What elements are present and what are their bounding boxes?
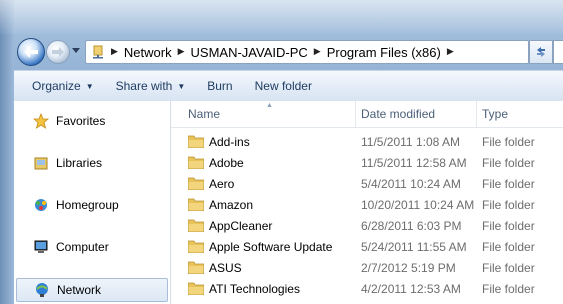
share-with-button[interactable]: Share with ▼ bbox=[106, 75, 196, 97]
nav-item-computer[interactable]: Computer bbox=[16, 236, 166, 258]
file-date: 5/24/2011 11:55 AM bbox=[361, 240, 467, 254]
nav-item-network[interactable]: Network bbox=[16, 278, 168, 302]
file-name: ASUS bbox=[209, 261, 242, 275]
breadcrumb-separator[interactable]: ▶ bbox=[447, 47, 454, 57]
refresh-button[interactable] bbox=[529, 40, 553, 64]
folder-icon bbox=[188, 240, 204, 253]
refresh-icon bbox=[537, 47, 545, 57]
file-name: Aero bbox=[209, 177, 235, 191]
recent-pages-dropdown[interactable] bbox=[72, 46, 80, 54]
file-name: ATI Technologies bbox=[209, 282, 300, 296]
file-list: ▲ Name Date modified Type Add-ins 11/5/2… bbox=[171, 101, 563, 304]
new-folder-label: New folder bbox=[254, 79, 312, 93]
column-header-row: ▲ Name Date modified Type bbox=[171, 101, 563, 128]
file-name: AppCleaner bbox=[209, 219, 273, 233]
arrow-left-icon bbox=[24, 46, 38, 58]
organize-button[interactable]: Organize ▼ bbox=[22, 75, 104, 97]
file-date: 11/5/2011 1:08 AM bbox=[361, 135, 460, 149]
star-icon bbox=[32, 112, 50, 130]
folder-icon bbox=[188, 282, 204, 295]
column-divider[interactable] bbox=[355, 101, 356, 127]
nav-label: Computer bbox=[56, 240, 109, 254]
file-type: File folder bbox=[482, 219, 535, 233]
file-row[interactable]: ATI Technologies 4/2/2011 12:53 AM File … bbox=[171, 278, 563, 299]
forward-button[interactable] bbox=[46, 40, 70, 64]
file-name: Add-ins bbox=[209, 135, 250, 149]
folder-icon bbox=[188, 261, 204, 274]
file-type: File folder bbox=[482, 240, 535, 254]
folder-icon bbox=[188, 198, 204, 211]
file-row[interactable]: Aero 5/4/2011 10:24 AM File folder bbox=[171, 173, 563, 194]
folder-icon bbox=[188, 177, 204, 190]
file-type: File folder bbox=[482, 135, 535, 149]
chevron-down-icon: ▼ bbox=[85, 81, 94, 91]
file-row[interactable]: AppCleaner 6/28/2011 6:03 PM File folder bbox=[171, 215, 563, 236]
file-name: Amazon bbox=[209, 198, 254, 212]
nav-label: Favorites bbox=[56, 114, 106, 128]
nav-label: Libraries bbox=[56, 156, 103, 170]
file-row[interactable]: Add-ins 11/5/2011 1:08 AM File folder bbox=[171, 131, 563, 152]
nav-label: Network bbox=[57, 283, 102, 297]
sort-ascending-icon: ▲ bbox=[266, 102, 273, 109]
breadcrumb-computer[interactable]: USMAN-JAVAID-PC bbox=[191, 45, 308, 60]
homegroup-icon bbox=[32, 196, 50, 214]
file-row[interactable]: Adobe 11/5/2011 12:58 AM File folder bbox=[171, 152, 563, 173]
file-date: 2/7/2012 5:19 PM bbox=[361, 261, 456, 275]
window-border bbox=[0, 0, 14, 304]
file-type: File folder bbox=[482, 198, 535, 212]
file-name: Adobe bbox=[209, 156, 244, 170]
nav-item-favorites[interactable]: Favorites bbox=[16, 110, 166, 132]
column-divider[interactable] bbox=[476, 101, 477, 127]
title-bar[interactable] bbox=[0, 0, 563, 34]
command-bar: Organize ▼ Share with ▼ Burn New folder bbox=[14, 70, 563, 102]
file-date: 11/5/2011 12:58 AM bbox=[361, 156, 467, 170]
organize-label: Organize bbox=[32, 79, 81, 93]
breadcrumb-separator[interactable]: ▶ bbox=[314, 47, 321, 57]
burn-button[interactable]: Burn bbox=[197, 75, 242, 97]
file-date: 4/2/2011 12:53 AM bbox=[361, 282, 461, 296]
breadcrumb-network[interactable]: Network bbox=[124, 45, 172, 60]
file-date: 10/20/2011 10:24 AM bbox=[361, 198, 475, 212]
breadcrumb-folder[interactable]: Program Files (x86) bbox=[327, 45, 441, 60]
nav-item-homegroup[interactable]: Homegroup bbox=[16, 194, 166, 216]
file-type: File folder bbox=[482, 282, 535, 296]
file-date: 6/28/2011 6:03 PM bbox=[361, 219, 462, 233]
column-header-name[interactable]: Name bbox=[188, 107, 220, 121]
folder-icon bbox=[188, 219, 204, 232]
file-row[interactable]: ASUS 2/7/2012 5:19 PM File folder bbox=[171, 257, 563, 278]
nav-label: Homegroup bbox=[56, 198, 119, 212]
folder-icon bbox=[188, 156, 204, 169]
folder-icon bbox=[188, 135, 204, 148]
file-row[interactable]: Amazon 10/20/2011 10:24 AM File folder bbox=[171, 194, 563, 215]
network-icon bbox=[33, 281, 51, 299]
nav-item-libraries[interactable]: Libraries bbox=[16, 152, 166, 174]
back-button[interactable] bbox=[17, 38, 45, 66]
file-type: File folder bbox=[482, 156, 535, 170]
file-row[interactable]: Apple Software Update 5/24/2011 11:55 AM… bbox=[171, 236, 563, 257]
column-header-date-modified[interactable]: Date modified bbox=[361, 107, 435, 121]
burn-label: Burn bbox=[207, 79, 233, 93]
column-header-type[interactable]: Type bbox=[482, 107, 508, 121]
breadcrumb-separator[interactable]: ▶ bbox=[178, 47, 185, 57]
file-name: Apple Software Update bbox=[209, 240, 333, 254]
share-with-label: Share with bbox=[115, 79, 173, 93]
breadcrumb-separator[interactable]: ▶ bbox=[111, 47, 118, 57]
chevron-down-icon: ▼ bbox=[177, 81, 186, 91]
new-folder-button[interactable]: New folder bbox=[245, 75, 322, 97]
network-folder-icon bbox=[93, 45, 103, 59]
file-date: 5/4/2011 10:24 AM bbox=[361, 177, 461, 191]
libraries-icon bbox=[32, 154, 50, 172]
search-input[interactable] bbox=[553, 40, 563, 64]
arrow-right-icon bbox=[52, 47, 64, 57]
file-type: File folder bbox=[482, 261, 535, 275]
file-type: File folder bbox=[482, 177, 535, 191]
computer-icon bbox=[32, 238, 50, 256]
address-bar[interactable]: ▶ Network ▶ USMAN-JAVAID-PC ▶ Program Fi… bbox=[85, 40, 529, 64]
navigation-pane: Favorites Libraries Homegroup Computer N… bbox=[14, 101, 171, 304]
